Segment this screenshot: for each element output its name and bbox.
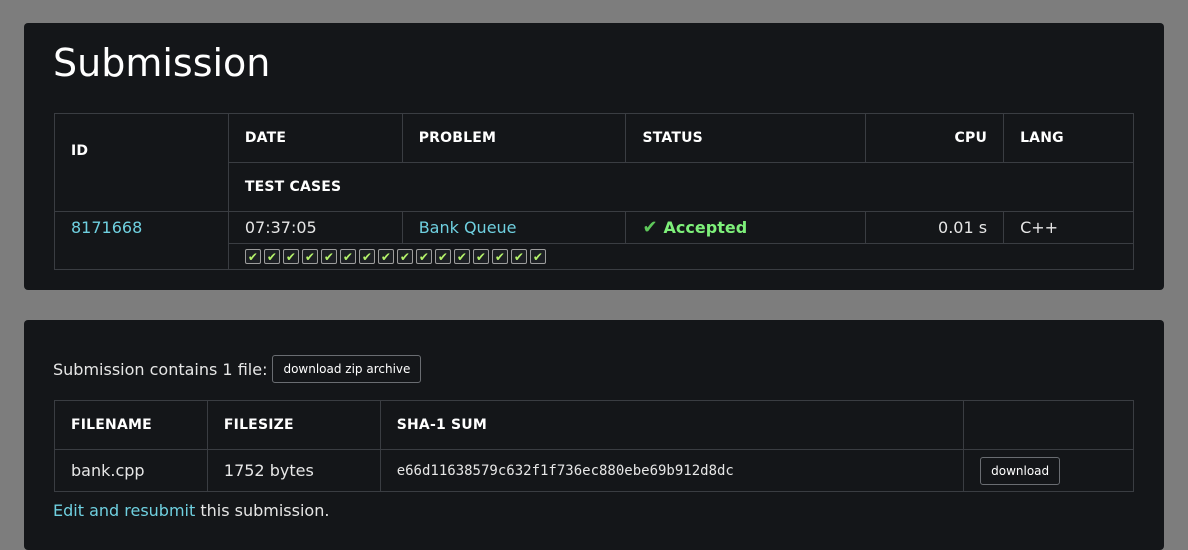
status-cell: ✔ Accepted	[625, 211, 867, 244]
check-icon: ✔	[475, 249, 486, 264]
test-cases-list: ✔ ✔ ✔ ✔ ✔ ✔ ✔ ✔ ✔ ✔ ✔ ✔ ✔ ✔ ✔ ✔	[244, 249, 1117, 264]
test-case-14[interactable]: ✔	[491, 249, 508, 264]
resubmit-suffix: this submission.	[195, 501, 330, 520]
check-icon: ✔	[380, 249, 391, 264]
check-icon: ✔	[285, 249, 296, 264]
files-header-row: FILENAME FILESIZE SHA-1 SUM	[54, 400, 1134, 450]
test-case-3[interactable]: ✔	[282, 249, 299, 264]
check-icon: ✔	[266, 249, 277, 264]
check-icon: ✔	[437, 249, 448, 264]
submission-panel: Submission ID DATE PROBLEM STATUS CPU LA…	[24, 23, 1164, 290]
test-case-9[interactable]: ✔	[396, 249, 413, 264]
check-icon: ✔	[532, 249, 543, 264]
header-cpu: CPU	[865, 113, 1005, 163]
lang-cell: C++	[1003, 211, 1134, 244]
table-row: bank.cpp 1752 bytes e66d11638579c632f1f7…	[54, 449, 1134, 492]
header-filesize: FILESIZE	[206, 400, 381, 450]
test-case-7[interactable]: ✔	[358, 249, 375, 264]
test-case-10[interactable]: ✔	[415, 249, 432, 264]
resubmit-line: Edit and resubmit this submission.	[53, 501, 329, 520]
filename-cell: bank.cpp	[54, 449, 208, 492]
download-zip-button[interactable]: download zip archive	[272, 355, 422, 383]
test-case-2[interactable]: ✔	[263, 249, 280, 264]
cpu-cell: 0.01 s	[865, 211, 1005, 244]
check-icon: ✔	[342, 249, 353, 264]
files-summary-text: Submission contains 1 file:	[53, 359, 268, 379]
header-date: DATE	[227, 113, 403, 163]
test-cases-cell: ✔ ✔ ✔ ✔ ✔ ✔ ✔ ✔ ✔ ✔ ✔ ✔ ✔ ✔ ✔ ✔	[227, 243, 1135, 270]
problem-link[interactable]: Bank Queue	[419, 218, 517, 237]
test-case-1[interactable]: ✔	[244, 249, 261, 264]
header-actions	[963, 400, 1134, 450]
test-case-11[interactable]: ✔	[434, 249, 451, 264]
submission-id-link[interactable]: 8171668	[71, 218, 142, 237]
test-case-16[interactable]: ✔	[529, 249, 546, 264]
check-icon: ✔	[418, 249, 429, 264]
check-icon: ✔	[494, 249, 505, 264]
check-icon: ✔	[399, 249, 410, 264]
submission-id-cell: 8171668	[54, 211, 229, 270]
header-sha1: SHA-1 SUM	[379, 400, 965, 450]
test-case-4[interactable]: ✔	[301, 249, 318, 264]
page-title: Submission	[53, 41, 271, 85]
check-icon: ✔	[304, 249, 315, 264]
header-lang: LANG	[1003, 113, 1134, 163]
filesize-cell: 1752 bytes	[206, 449, 381, 492]
status-accepted: Accepted	[663, 218, 748, 237]
edit-resubmit-link[interactable]: Edit and resubmit	[53, 501, 195, 520]
actions-cell: download	[963, 449, 1134, 492]
test-case-12[interactable]: ✔	[453, 249, 470, 264]
header-id: ID	[54, 113, 229, 212]
files-table: FILENAME FILESIZE SHA-1 SUM bank.cpp 175…	[54, 400, 1134, 492]
table-header-row: ID DATE PROBLEM STATUS CPU LANG	[54, 113, 1134, 212]
test-case-5[interactable]: ✔	[320, 249, 337, 264]
date-cell: 07:37:05	[227, 211, 403, 244]
check-icon: ✔	[513, 249, 524, 264]
header-test-cases: TEST CASES	[227, 162, 1135, 212]
submission-table: ID DATE PROBLEM STATUS CPU LANG TEST CAS…	[54, 113, 1135, 270]
download-file-button[interactable]: download	[980, 456, 1061, 485]
test-case-8[interactable]: ✔	[377, 249, 394, 264]
check-icon: ✔	[323, 249, 334, 264]
check-icon: ✔	[361, 249, 372, 264]
table-row: 8171668 07:37:05 Bank Queue ✔ Accepted 0.…	[54, 211, 1134, 270]
test-case-15[interactable]: ✔	[510, 249, 527, 264]
sha1-cell: e66d11638579c632f1f736ec880ebe69b912d8dc	[379, 449, 965, 492]
test-case-13[interactable]: ✔	[472, 249, 489, 264]
check-icon: ✔	[456, 249, 467, 264]
files-panel: Submission contains 1 file: download zip…	[24, 320, 1164, 550]
header-status: STATUS	[625, 113, 867, 163]
check-icon: ✔	[247, 249, 258, 264]
problem-cell: Bank Queue	[401, 211, 627, 244]
header-problem: PROBLEM	[401, 113, 627, 163]
header-filename: FILENAME	[54, 400, 208, 450]
check-icon: ✔	[642, 217, 658, 238]
test-case-6[interactable]: ✔	[339, 249, 356, 264]
files-summary-line: Submission contains 1 file: download zip…	[53, 355, 422, 383]
